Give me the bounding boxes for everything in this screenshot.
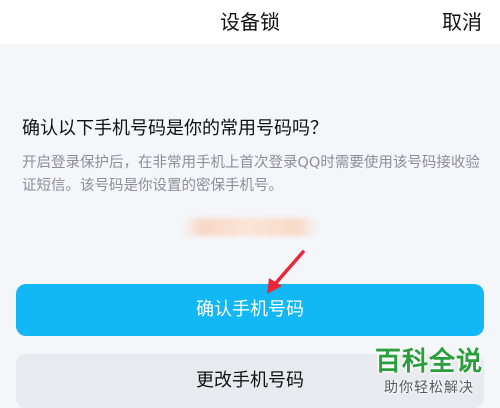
- protection-description: 开启登录保护后，在非常用手机上首次登录QQ时需要使用该号码接收验证短信。该号码是…: [22, 155, 480, 194]
- page-title: 设备锁: [220, 10, 280, 34]
- confirm-question-heading: 确认以下手机号码是你的常用号码吗？: [22, 118, 328, 139]
- watermark-logo: 百科全说 助你轻松解决: [366, 346, 492, 406]
- nav-bar: 设备锁 取消: [0, 0, 500, 44]
- masked-phone-number: [182, 218, 318, 236]
- cancel-button[interactable]: 取消: [442, 6, 482, 35]
- annotation-arrow-icon: [267, 250, 305, 294]
- confirm-phone-button[interactable]: 确认手机号码: [16, 284, 484, 336]
- watermark-subtitle: 助你轻松解决: [384, 380, 474, 396]
- watermark-title: 百科全说: [374, 347, 483, 377]
- device-lock-screen: 设备锁 取消 确认以下手机号码是你的常用号码吗？ 开启登录保护后，在非常用手机上…: [0, 0, 500, 408]
